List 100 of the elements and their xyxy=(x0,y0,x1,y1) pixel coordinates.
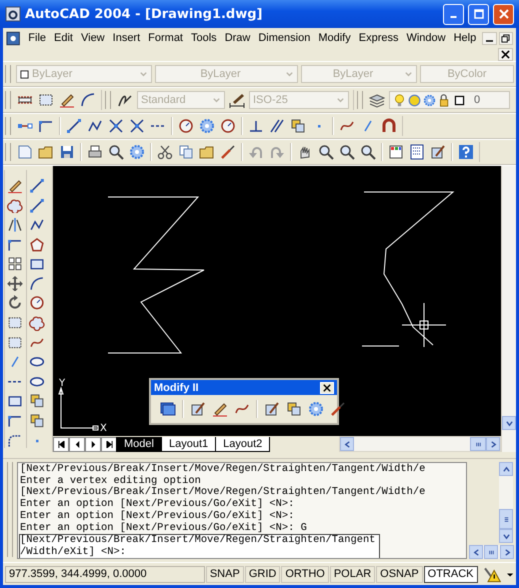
document-close-button[interactable] xyxy=(498,48,513,61)
previous-tab-button[interactable] xyxy=(69,436,85,452)
overlapping-circles-icon[interactable] xyxy=(7,198,23,214)
palette-icon[interactable] xyxy=(388,144,404,160)
circle-icon[interactable] xyxy=(29,295,45,312)
gear-icon xyxy=(423,94,436,106)
layout-tab[interactable]: Layout2 xyxy=(215,436,270,452)
cloud-icon[interactable] xyxy=(29,315,45,331)
command-scrollbar[interactable] xyxy=(499,462,513,543)
print-icon[interactable] xyxy=(87,144,103,160)
command-history-line: Enter a vertex editing option xyxy=(20,476,201,487)
command-horizontal-scrollbar[interactable] xyxy=(469,545,513,559)
cut-icon[interactable] xyxy=(157,144,173,160)
text-pen-icon[interactable] xyxy=(59,92,75,108)
y-axis-label: Y xyxy=(59,378,66,389)
cross-points-icon[interactable] xyxy=(129,118,145,134)
status-toggle[interactable]: POLAR xyxy=(330,566,376,582)
rotate-icon[interactable] xyxy=(7,295,23,312)
horizontal-scrollbar[interactable] xyxy=(339,436,501,452)
maximize-icon xyxy=(474,9,484,19)
first-tab-button[interactable] xyxy=(53,436,69,452)
scroll-down-icon xyxy=(502,532,510,540)
overlapping-squares-icon[interactable] xyxy=(290,118,306,134)
last-tab-button[interactable] xyxy=(101,436,117,452)
document-icon[interactable] xyxy=(6,30,20,46)
baseline-icon[interactable] xyxy=(248,118,264,134)
grid-squares-icon[interactable] xyxy=(7,256,23,272)
brush-icon[interactable] xyxy=(220,144,236,160)
layout-tab[interactable]: Layout1 xyxy=(160,436,216,452)
preview-icon[interactable] xyxy=(108,144,124,160)
color-square-icon xyxy=(453,94,466,106)
parallel-lines-icon[interactable] xyxy=(269,118,285,134)
layers-icon[interactable] xyxy=(369,92,385,108)
menu-item[interactable]: Edit xyxy=(50,32,77,44)
vertical-scrollbar[interactable] xyxy=(501,166,516,452)
menu-item[interactable]: Window xyxy=(402,32,450,44)
lock-icon xyxy=(438,94,451,106)
menu-item[interactable]: Tools xyxy=(187,32,221,44)
scroll-left-icon xyxy=(344,440,350,448)
minimize-button[interactable] xyxy=(443,4,464,24)
menu-item[interactable]: File xyxy=(24,32,50,44)
close-button[interactable] xyxy=(320,382,334,394)
new-file-icon[interactable] xyxy=(17,144,33,160)
status-toggle[interactable]: SNAP xyxy=(206,566,244,582)
menu-item[interactable]: Insert xyxy=(108,32,144,44)
layer-dropdown[interactable]: 0 xyxy=(389,91,510,109)
menu-item[interactable]: Draw xyxy=(220,32,254,44)
dimension-style-icon[interactable] xyxy=(229,92,245,108)
block-icon[interactable] xyxy=(29,412,45,429)
status-toggle[interactable]: OSNAP xyxy=(376,566,423,582)
command-prompt[interactable]: [Next/Previous/Break/Insert/Move/Regen/Straighten/Tangent /Width/eXit] <N>: xyxy=(19,534,380,558)
help-icon[interactable] xyxy=(458,144,474,160)
menu-item[interactable]: Express xyxy=(354,32,402,44)
menu-item[interactable]: View xyxy=(76,32,109,44)
dashed-circle-icon[interactable] xyxy=(199,118,215,134)
arc-circle-icon[interactable] xyxy=(220,118,236,134)
grip-lines-icon xyxy=(474,440,482,448)
sheet-icon[interactable] xyxy=(409,144,425,160)
mirror-icon[interactable] xyxy=(7,217,23,233)
fillet-curve-icon[interactable] xyxy=(7,432,23,448)
next-tab-button[interactable] xyxy=(85,436,101,452)
construction-line-icon[interactable] xyxy=(29,198,45,214)
layout-tab[interactable]: Model xyxy=(116,436,162,452)
move-arrows-icon[interactable] xyxy=(7,276,23,292)
polyline-icon[interactable] xyxy=(29,217,45,233)
magnet-icon[interactable] xyxy=(381,118,397,134)
pencil-icon[interactable] xyxy=(7,178,23,194)
circle-icon[interactable] xyxy=(178,118,194,134)
command-history-line: Enter an option [Next/Previous/Go/eXit] <N>: G xyxy=(20,522,308,534)
text-arc-icon[interactable] xyxy=(80,92,96,108)
arc-icon[interactable] xyxy=(29,276,45,292)
page-edit-icon[interactable] xyxy=(430,144,446,160)
text-frame-icon[interactable] xyxy=(38,92,54,108)
prompt-line: /Width/eXit] <N>: xyxy=(20,546,128,558)
status-toggle[interactable]: GRID xyxy=(244,566,280,582)
menu-item[interactable]: Dimension xyxy=(254,32,314,44)
save-icon[interactable] xyxy=(59,144,75,160)
copy-icon[interactable] xyxy=(178,144,194,160)
document-restore-button[interactable] xyxy=(498,32,513,44)
corner-dimension-icon[interactable] xyxy=(38,118,54,134)
warning-triangle-icon[interactable] xyxy=(482,566,501,582)
document-minimize-button[interactable] xyxy=(482,32,497,44)
maximize-button[interactable] xyxy=(468,4,489,24)
dashed-square-icon[interactable] xyxy=(7,315,23,331)
scroll-left-icon xyxy=(472,548,480,556)
status-toggle[interactable]: ORTHO xyxy=(281,566,329,582)
menu-item[interactable]: Format xyxy=(144,32,187,44)
cross-icon[interactable] xyxy=(108,118,124,134)
aligned-line-icon[interactable] xyxy=(66,118,82,134)
line-icon[interactable] xyxy=(29,178,45,194)
menu-item[interactable]: Help xyxy=(450,32,480,44)
polyline-icon[interactable] xyxy=(87,118,103,134)
polygon-icon[interactable] xyxy=(29,236,45,252)
zoom-icon[interactable] xyxy=(318,144,334,160)
minimize-icon xyxy=(450,16,457,18)
scroll-up-icon xyxy=(502,466,510,472)
status-toggle[interactable]: OTRACK xyxy=(424,566,478,582)
drawing-canvas[interactable]: Y X Modify II xyxy=(53,166,501,436)
open-folder-icon[interactable] xyxy=(38,144,54,160)
menu-item[interactable]: Modify xyxy=(314,32,355,44)
